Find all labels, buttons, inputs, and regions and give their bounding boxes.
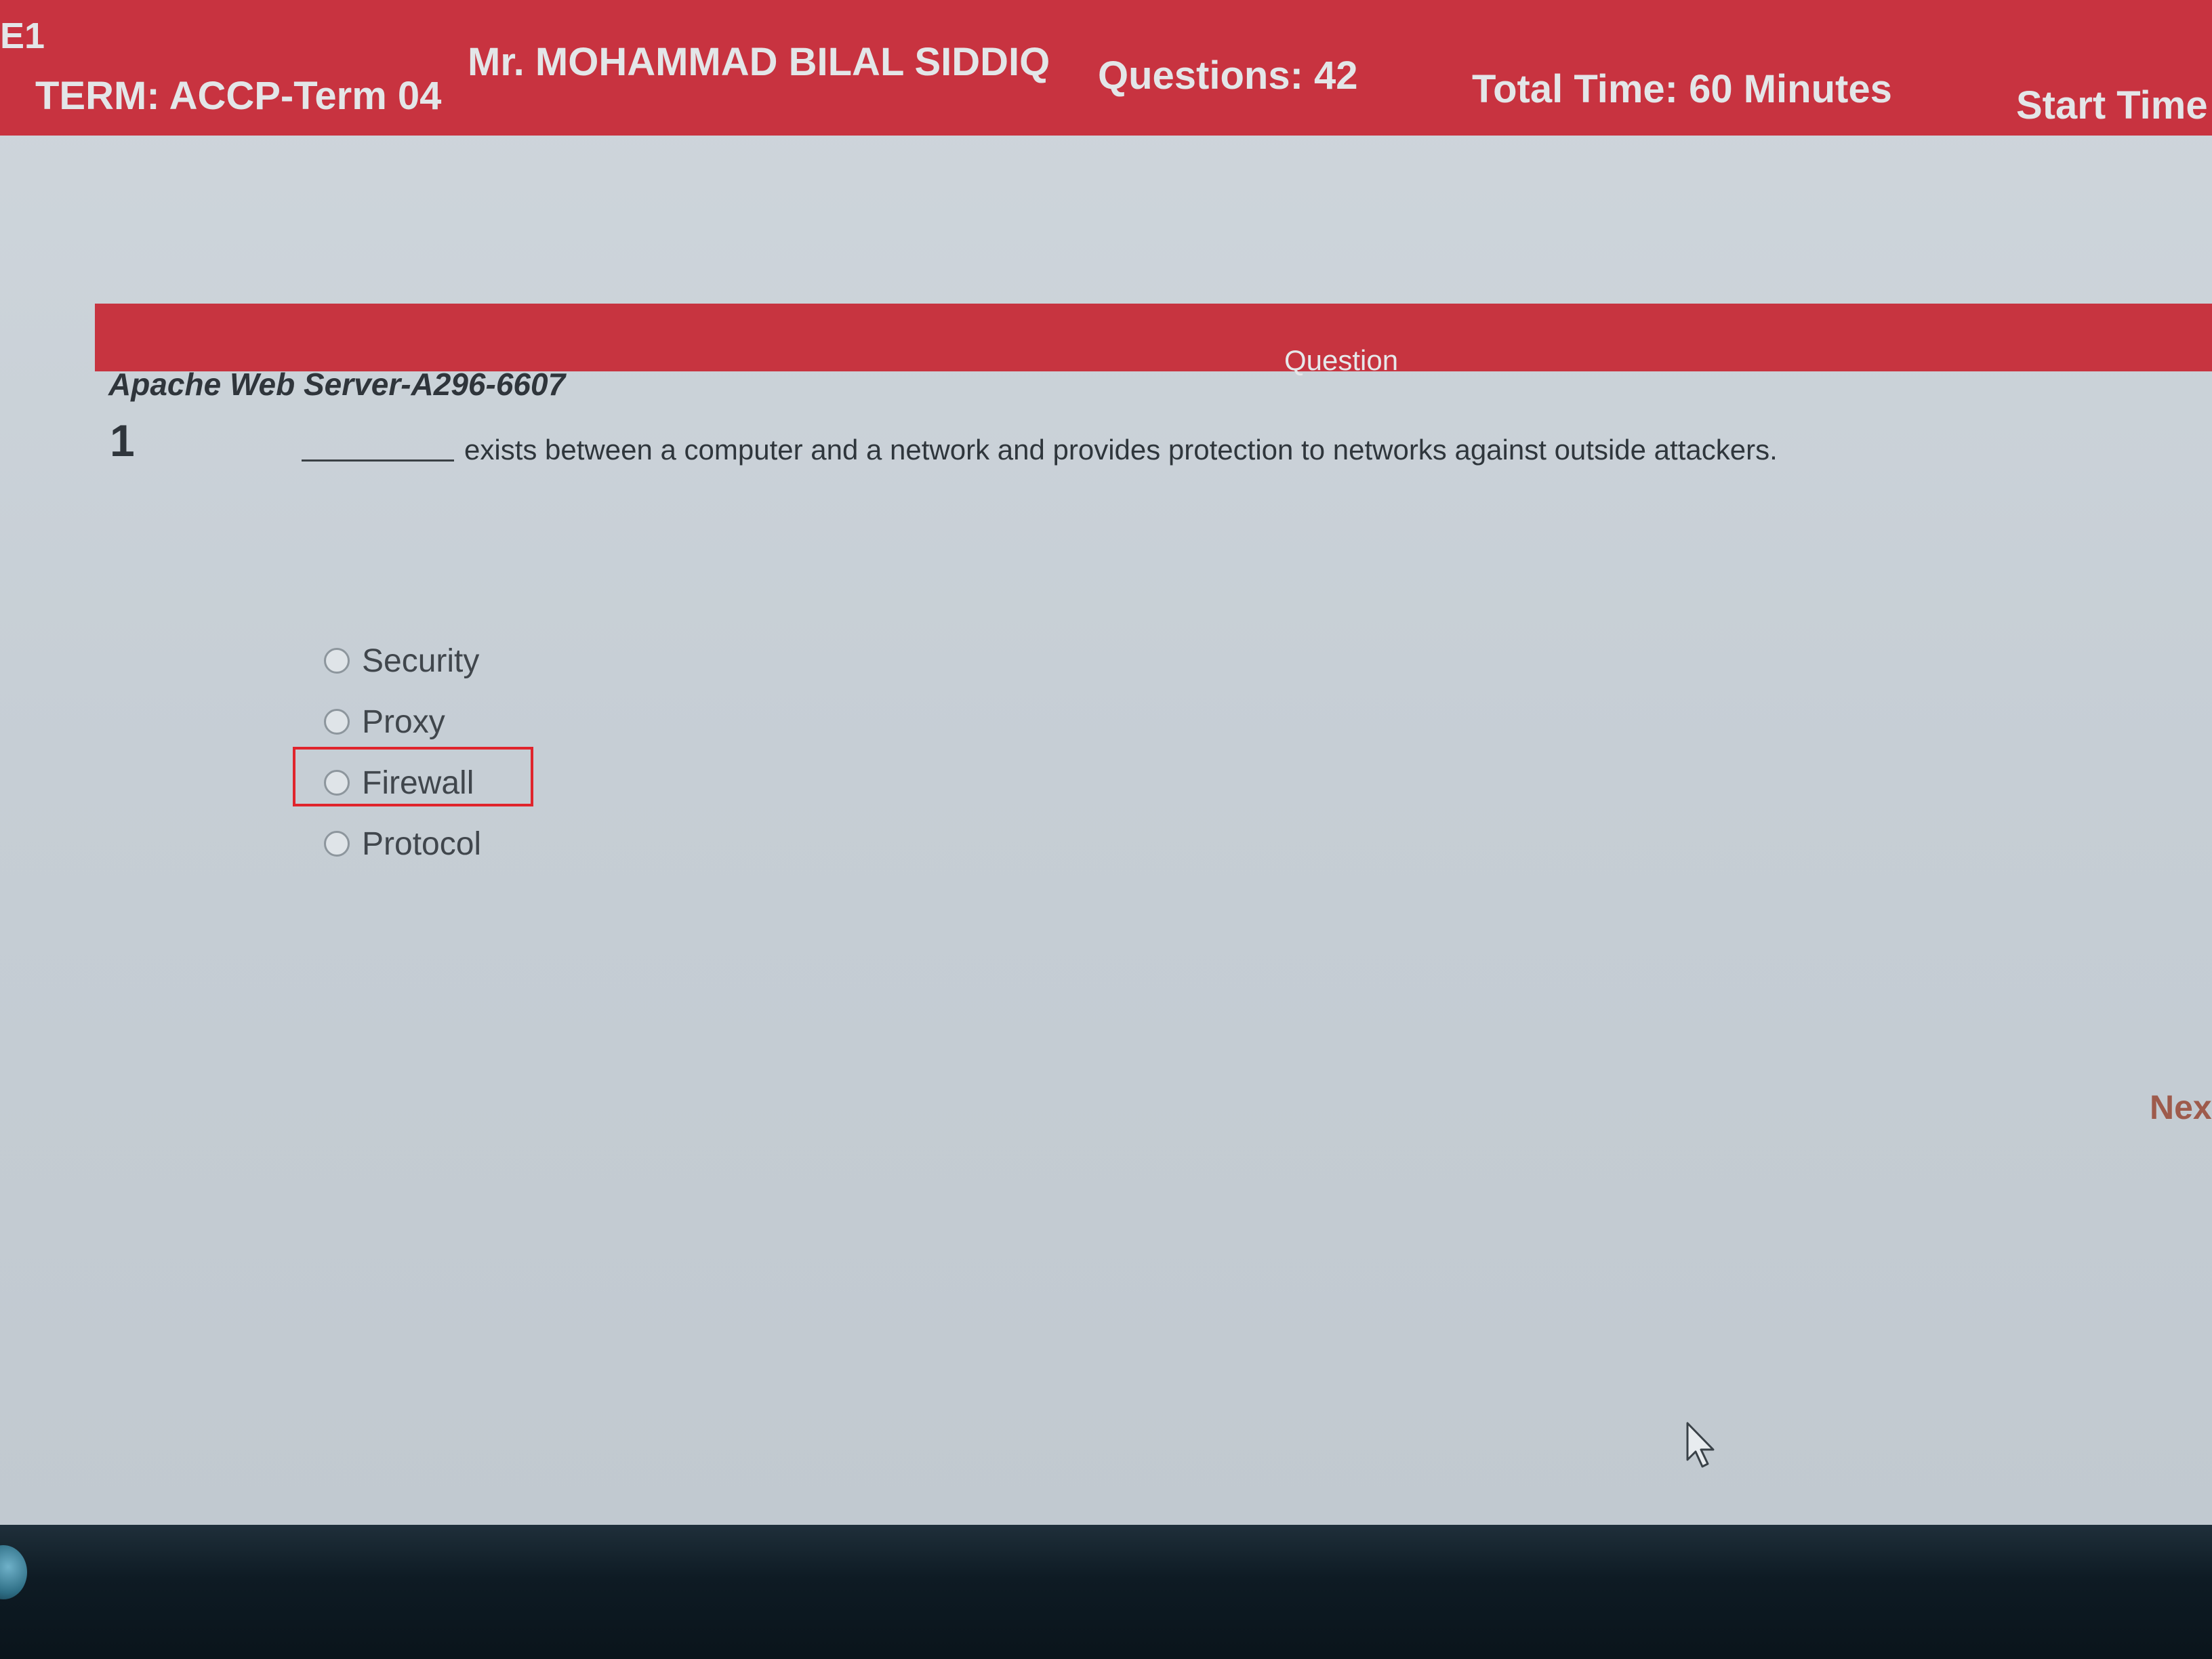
option-protocol[interactable]: Protocol <box>324 813 481 874</box>
question-bar-label: Question <box>1284 344 1399 376</box>
radio-button[interactable] <box>324 831 350 857</box>
student-name: Mr. MOHAMMAD BILAL SIDDIQ <box>468 40 1050 84</box>
radio-button[interactable] <box>324 709 350 735</box>
term-label: TERM: ACCP-Term 04 <box>35 74 442 118</box>
option-proxy[interactable]: Proxy <box>324 691 481 752</box>
option-label: Security <box>362 642 480 679</box>
radio-button[interactable] <box>324 648 350 674</box>
question-text: exists between a computer and a network … <box>464 434 1778 466</box>
answer-options: Security Proxy Firewall Protocol <box>324 630 481 874</box>
exam-screen: E1 TERM: ACCP-Term 04 Mr. MOHAMMAD BILAL… <box>0 0 2212 1525</box>
option-firewall[interactable]: Firewall <box>324 752 481 813</box>
taskbar <box>0 1525 2212 1659</box>
radio-button[interactable] <box>324 770 350 796</box>
option-label: Firewall <box>362 764 474 801</box>
exam-code: E1 <box>0 16 45 56</box>
start-time: Start Time <box>2016 83 2208 127</box>
option-security[interactable]: Security <box>324 630 481 691</box>
exam-header: E1 TERM: ACCP-Term 04 Mr. MOHAMMAD BILAL… <box>0 0 2212 136</box>
question-subject: Apache Web Server-A296-6607 <box>108 367 566 402</box>
question-section-bar: Question <box>95 304 2212 376</box>
question-number: 1 <box>110 415 135 466</box>
mouse-cursor-icon <box>1686 1422 1715 1468</box>
option-label: Protocol <box>362 825 482 862</box>
questions-count: Questions: 42 <box>1098 54 1358 98</box>
answer-blank <box>302 459 454 462</box>
next-button[interactable]: Nex <box>2150 1088 2212 1127</box>
total-time: Total Time: 60 Minutes <box>1472 67 1892 111</box>
option-label: Proxy <box>362 703 445 740</box>
start-button-icon[interactable] <box>0 1545 27 1599</box>
